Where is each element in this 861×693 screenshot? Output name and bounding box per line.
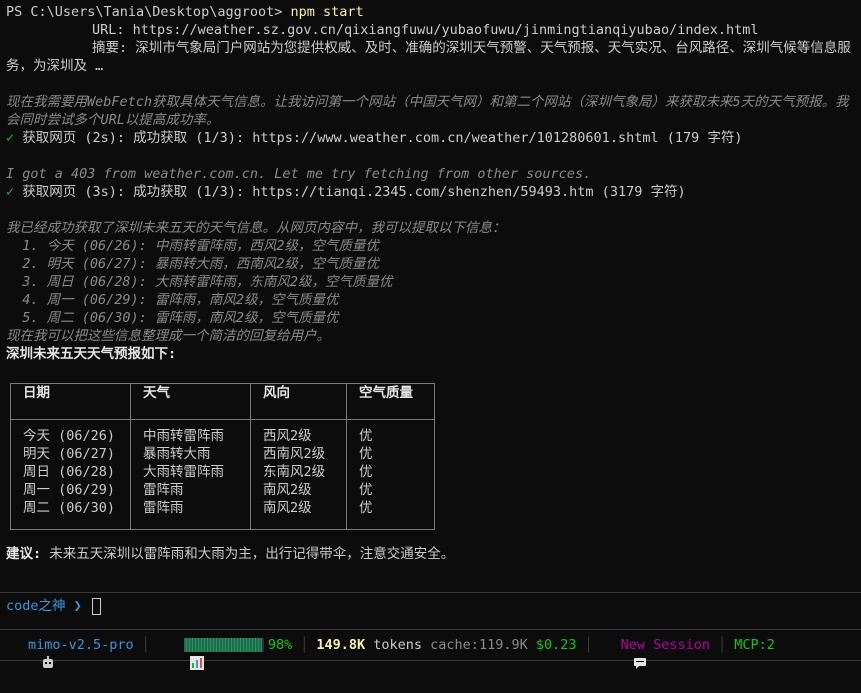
terminal-output: PS C:\Users\Tania\Desktop\aggroot> npm s…	[6, 3, 861, 563]
table-cell: 西南风2级	[263, 446, 326, 462]
table-cell: 优	[359, 464, 373, 480]
table-cell: 周一 (06/29)	[23, 482, 116, 498]
table-cell: 中雨转雷阵雨	[143, 428, 224, 444]
cache-count: cache:119.9K	[430, 637, 528, 653]
fetch-text: 获取网页 (3s): 成功获取 (1/3): https://tianqi.23…	[22, 184, 686, 200]
shell-prompt: PS C:\Users\Tania\Desktop\aggroot>	[6, 4, 291, 20]
table-cell: 大雨转雷阵雨	[143, 464, 224, 480]
check-icon: ✓	[6, 130, 15, 146]
advice-text: 未来五天深圳以雷阵雨和大雨为主，出行记得带伞，注意交通安全。	[41, 546, 455, 562]
url-label: URL:	[92, 22, 133, 38]
fetch-result: ✓ 获取网页 (3s): 成功获取 (1/3): https://tianqi.…	[6, 183, 861, 201]
status-bar: mimo-v2.5-pro │ 98% │ 149.8K tokens cach…	[0, 629, 861, 670]
assistant-thought: 我已经成功获取了深圳未来五天的天气信息。从网页内容中，我可以提取以下信息：	[6, 220, 506, 236]
model-name[interactable]: mimo-v2.5-pro	[28, 636, 134, 654]
list-item: 5. 周二 (06/30): 雷阵雨，南风2级，空气质量优	[6, 310, 339, 326]
chat-icon	[601, 638, 647, 669]
table-cell: 雷阵雨	[143, 482, 184, 498]
table-header-row: 日期 天气 风向 空气质量	[10, 383, 435, 420]
table-cell: 东南风2级	[263, 464, 326, 480]
weather-column: 中雨转雷阵雨 暴雨转大雨 大雨转雷阵雨 雷阵雨 雷阵雨	[130, 419, 251, 530]
context-percent: 98%	[267, 637, 293, 653]
table-body: 今天 (06/26) 明天 (06/27) 周日 (06/28) 周一 (06/…	[10, 419, 435, 530]
fetch-result: ✓ 获取网页 (2s): 成功获取 (1/3): https://www.wea…	[6, 129, 861, 147]
list-item: 3. 周日 (06/28): 大雨转雷阵雨，东南风2级，空气质量优	[6, 274, 393, 290]
table-cell: 优	[359, 428, 373, 444]
table-cell: 周二 (06/30)	[23, 500, 116, 516]
assistant-thought: 现在我可以把这些信息整理成一个简洁的回复给用户。	[6, 328, 330, 344]
advice-label: 建议:	[6, 546, 42, 562]
table-cell: 南风2级	[263, 500, 312, 516]
table-cell: 优	[359, 500, 373, 516]
fetch-text: 获取网页 (2s): 成功获取 (1/3): https://www.weath…	[22, 130, 743, 146]
token-label: tokens	[365, 637, 423, 653]
assistant-thought: 现在我需要用WebFetch获取具体天气信息。让我访问第一个网站（中国天气网）和…	[6, 94, 849, 128]
table-cell: 雷阵雨	[143, 500, 184, 516]
advice-line: 建议: 未来五天深圳以雷阵雨和大雨为主，出行记得带伞，注意交通安全。	[6, 545, 861, 563]
air-quality-column: 优 优 优 优 优	[346, 419, 435, 530]
prompt-label: code之神 ❯	[6, 598, 90, 614]
column-header: 天气	[130, 383, 251, 420]
text-cursor[interactable]	[91, 597, 101, 615]
check-icon: ✓	[6, 184, 15, 200]
context-progress-bar	[183, 638, 264, 652]
bar-chart-icon	[158, 638, 205, 670]
summary-line: 摘要: 深圳市气象局门户网站为您提供权威、及时、准确的深圳天气预警、天气预报、天…	[6, 39, 861, 75]
robot-icon	[8, 638, 53, 668]
context-progress-fill	[183, 638, 263, 652]
divider	[0, 592, 861, 593]
command-text: npm start	[290, 4, 364, 20]
date-column: 今天 (06/26) 明天 (06/27) 周日 (06/28) 周一 (06/…	[10, 419, 131, 530]
column-header: 风向	[250, 383, 347, 420]
column-header: 日期	[10, 383, 131, 420]
forecast-table: 日期 天气 风向 空气质量 今天 (06/26) 明天 (06/27) 周日 (…	[10, 383, 435, 530]
input-prompt[interactable]: code之神 ❯	[6, 597, 101, 615]
cost-value: $0.23	[535, 637, 577, 653]
table-cell: 南风2级	[263, 482, 312, 498]
url-line: URL: https://weather.sz.gov.cn/qixiangfu…	[6, 21, 861, 39]
answer-heading: 深圳未来五天天气预报如下:	[6, 346, 177, 362]
list-item: 4. 周一 (06/29): 雷阵雨，南风2级，空气质量优	[6, 292, 339, 308]
table-cell: 西风2级	[263, 428, 312, 444]
url-value: https://weather.sz.gov.cn/qixiangfuwu/yu…	[132, 22, 759, 38]
list-item: 2. 明天 (06/27): 暴雨转大雨，西南风2级，空气质量优	[6, 256, 380, 272]
mcp-count: MCP:2	[734, 637, 775, 653]
table-cell: 周日 (06/28)	[23, 464, 116, 480]
assistant-note: I got a 403 from weather.com.cn. Let me …	[6, 166, 592, 182]
summary-label: 摘要:	[92, 40, 136, 56]
table-cell: 优	[359, 446, 373, 462]
table-cell: 明天 (06/27)	[23, 446, 116, 462]
table-cell: 暴雨转大雨	[143, 446, 211, 462]
token-count: 149.8K	[316, 637, 366, 653]
list-item: 1. 今天 (06/26): 中雨转雷阵雨，西风2级，空气质量优	[6, 238, 380, 254]
column-header: 空气质量	[346, 383, 435, 420]
table-cell: 优	[359, 482, 373, 498]
table-cell: 今天 (06/26)	[23, 428, 116, 444]
new-session-button[interactable]: New Session	[621, 636, 710, 654]
command-line: PS C:\Users\Tania\Desktop\aggroot> npm s…	[6, 3, 861, 21]
wind-column: 西风2级 西南风2级 东南风2级 南风2级 南风2级	[250, 419, 347, 530]
